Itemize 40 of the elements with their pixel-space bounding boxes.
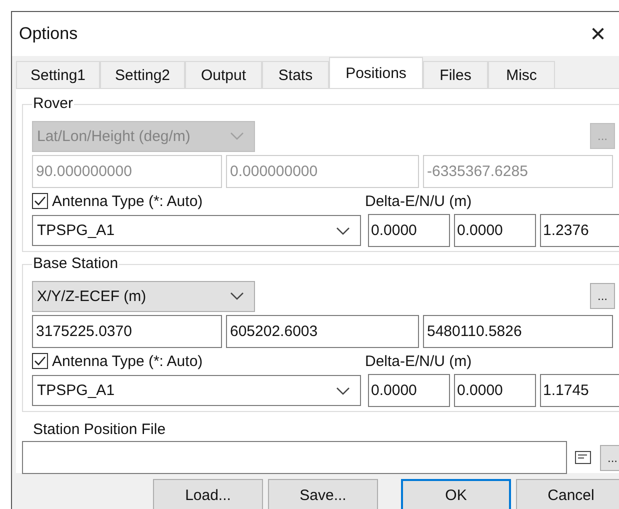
tab[interactable]: Output (185, 61, 262, 88)
close-button[interactable]: ✕ (586, 22, 610, 46)
browse-button[interactable]: ... (590, 283, 615, 309)
chevron-icon (230, 292, 244, 300)
coordinate-field[interactable]: 5480110.5826 (423, 315, 613, 348)
station-position-file-field[interactable] (22, 441, 567, 474)
checkbox[interactable] (32, 353, 48, 369)
tab[interactable]: Positions (329, 57, 423, 88)
delta-field[interactable]: 0.0000 (454, 214, 536, 247)
checkbox-label: Antenna Type (*: Auto) (52, 192, 203, 210)
checkbox-label: Antenna Type (*: Auto) (52, 352, 203, 370)
dialog-button[interactable]: Load... (153, 479, 263, 509)
dialog-button[interactable]: Cancel (516, 479, 619, 509)
tab[interactable]: Misc (488, 61, 555, 88)
coordinate-field[interactable]: 605202.6003 (226, 315, 419, 348)
coordinate-field[interactable]: 3175225.0370 (32, 315, 222, 348)
document-icon[interactable] (575, 451, 591, 464)
coordinate-type-dropdown[interactable]: X/Y/Z-ECEF (m) (32, 280, 255, 312)
delta-field[interactable]: 1.1745 (540, 374, 619, 407)
chevron-icon (336, 226, 350, 234)
delta-label: Delta-E/N/U (m) (365, 192, 472, 210)
checkbox[interactable] (32, 193, 48, 209)
chevron-icon (336, 386, 350, 394)
tab[interactable]: Setting1 (16, 61, 100, 88)
window-title: Options (19, 24, 78, 44)
antenna-type-dropdown[interactable]: TPSPG_A1 (32, 215, 361, 246)
browse-button[interactable]: ... (600, 444, 619, 470)
tab[interactable]: Stats (262, 61, 329, 88)
dialog-button[interactable]: OK (401, 479, 511, 509)
field-label: Station Position File (33, 420, 167, 440)
antenna-type-dropdown[interactable]: TPSPG_A1 (32, 375, 361, 406)
delta-label: Delta-E/N/U (m) (365, 352, 472, 370)
delta-field[interactable]: 0.0000 (454, 374, 536, 407)
delta-field[interactable]: 1.2376 (540, 214, 619, 247)
delta-field[interactable]: 0.0000 (368, 374, 450, 407)
delta-field[interactable]: 0.0000 (368, 214, 450, 247)
chevron-icon (230, 132, 244, 140)
tab[interactable]: Setting2 (100, 61, 185, 88)
tab[interactable]: Files (423, 61, 488, 88)
dialog-button[interactable]: Save... (268, 479, 378, 509)
